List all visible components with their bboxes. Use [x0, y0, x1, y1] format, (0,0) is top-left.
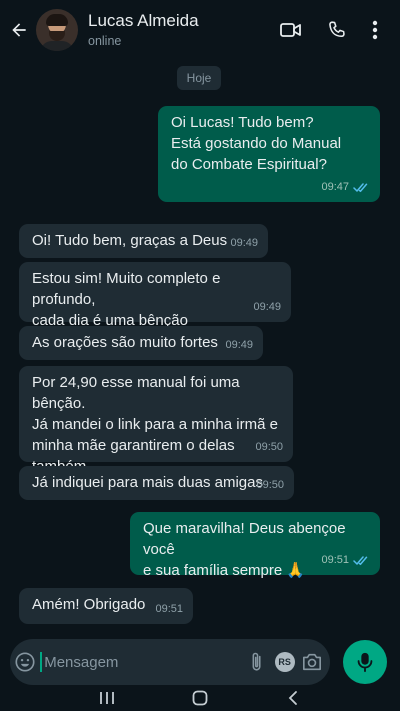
attach-button[interactable]: [243, 639, 271, 685]
voice-message-button[interactable]: [343, 640, 387, 684]
message-time: 09:49: [225, 339, 253, 351]
emoji-icon: [15, 652, 35, 672]
message-bubble-incoming[interactable]: Por 24,90 esse manual foi uma bênção. Já…: [19, 366, 293, 475]
recent-apps-button[interactable]: [87, 685, 127, 711]
contact-name: Lucas Almeida: [88, 10, 199, 30]
message-bubble-outgoing[interactable]: Que maravilha! Deus abençoe você e sua f…: [130, 512, 380, 579]
home-button[interactable]: [180, 685, 220, 711]
video-camera-icon: [280, 23, 301, 37]
chat-header: Lucas Almeida online: [0, 0, 400, 60]
camera-button[interactable]: [298, 639, 326, 685]
paperclip-icon: [252, 652, 261, 671]
chat-area[interactable]: Hoje Oi Lucas! Tudo bem? Está gostando d…: [0, 60, 400, 635]
message-text: Oi Lucas! Tudo bem? Está gostando do Man…: [171, 114, 342, 173]
video-call-button[interactable]: [268, 0, 314, 60]
more-options-button[interactable]: [360, 0, 390, 60]
message-bubble-outgoing[interactable]: Oi Lucas! Tudo bem? Está gostando do Man…: [158, 106, 380, 202]
message-bubble-incoming[interactable]: As orações são muito fortes 09:49: [19, 326, 263, 360]
more-vertical-icon: [372, 20, 378, 40]
home-icon: [192, 690, 208, 706]
avatar[interactable]: [36, 9, 78, 51]
message-time: 09:51: [155, 603, 183, 615]
nav-back-button[interactable]: [273, 685, 313, 711]
message-time: 09:49: [230, 237, 258, 249]
voice-call-button[interactable]: [314, 0, 360, 60]
chevron-left-icon: [289, 691, 298, 705]
system-nav-bar: [0, 685, 400, 711]
recent-apps-icon: [99, 692, 114, 704]
message-bubble-incoming[interactable]: Estou sim! Muito completo e profundo, ca…: [19, 262, 291, 329]
message-text: Por 24,90 esse manual foi uma bênção. Já…: [32, 374, 278, 475]
message-time: 09:50: [255, 441, 283, 453]
contact-status: online: [88, 33, 122, 48]
microphone-icon: [357, 652, 373, 673]
message-time: 09:47: [321, 181, 349, 193]
message-text: Oi! Tudo bem, graças a Deus: [32, 232, 228, 249]
double-check-read-icon: [353, 183, 368, 193]
contact-info[interactable]: Lucas Almeida online: [88, 11, 199, 50]
message-time: 09:51: [321, 554, 349, 566]
camera-icon: [303, 653, 322, 671]
message-bubble-incoming[interactable]: Já indiquei para mais duas amigas 09:50: [19, 466, 294, 500]
payment-button[interactable]: RS: [271, 639, 299, 685]
date-chip: Hoje: [177, 66, 221, 90]
arrow-left-icon: [12, 23, 26, 37]
message-text: As orações são muito fortes: [32, 334, 218, 351]
message-bubble-incoming[interactable]: Amém! Obrigado 09:51: [19, 588, 193, 624]
message-time: 09:50: [256, 479, 284, 491]
message-bubble-incoming[interactable]: Oi! Tudo bem, graças a Deus 09:49: [19, 224, 268, 258]
back-button[interactable]: [2, 0, 36, 60]
message-composer: RS: [10, 639, 330, 685]
phone-icon: [329, 21, 345, 38]
double-check-read-icon: [353, 556, 368, 566]
emoji-button[interactable]: [10, 639, 40, 685]
rs-currency-icon: RS: [274, 652, 295, 672]
message-text: Já indiquei para mais duas amigas: [32, 474, 263, 491]
message-time: 09:49: [253, 301, 281, 313]
message-input[interactable]: [40, 652, 244, 672]
message-text: Estou sim! Muito completo e profundo, ca…: [32, 270, 221, 329]
